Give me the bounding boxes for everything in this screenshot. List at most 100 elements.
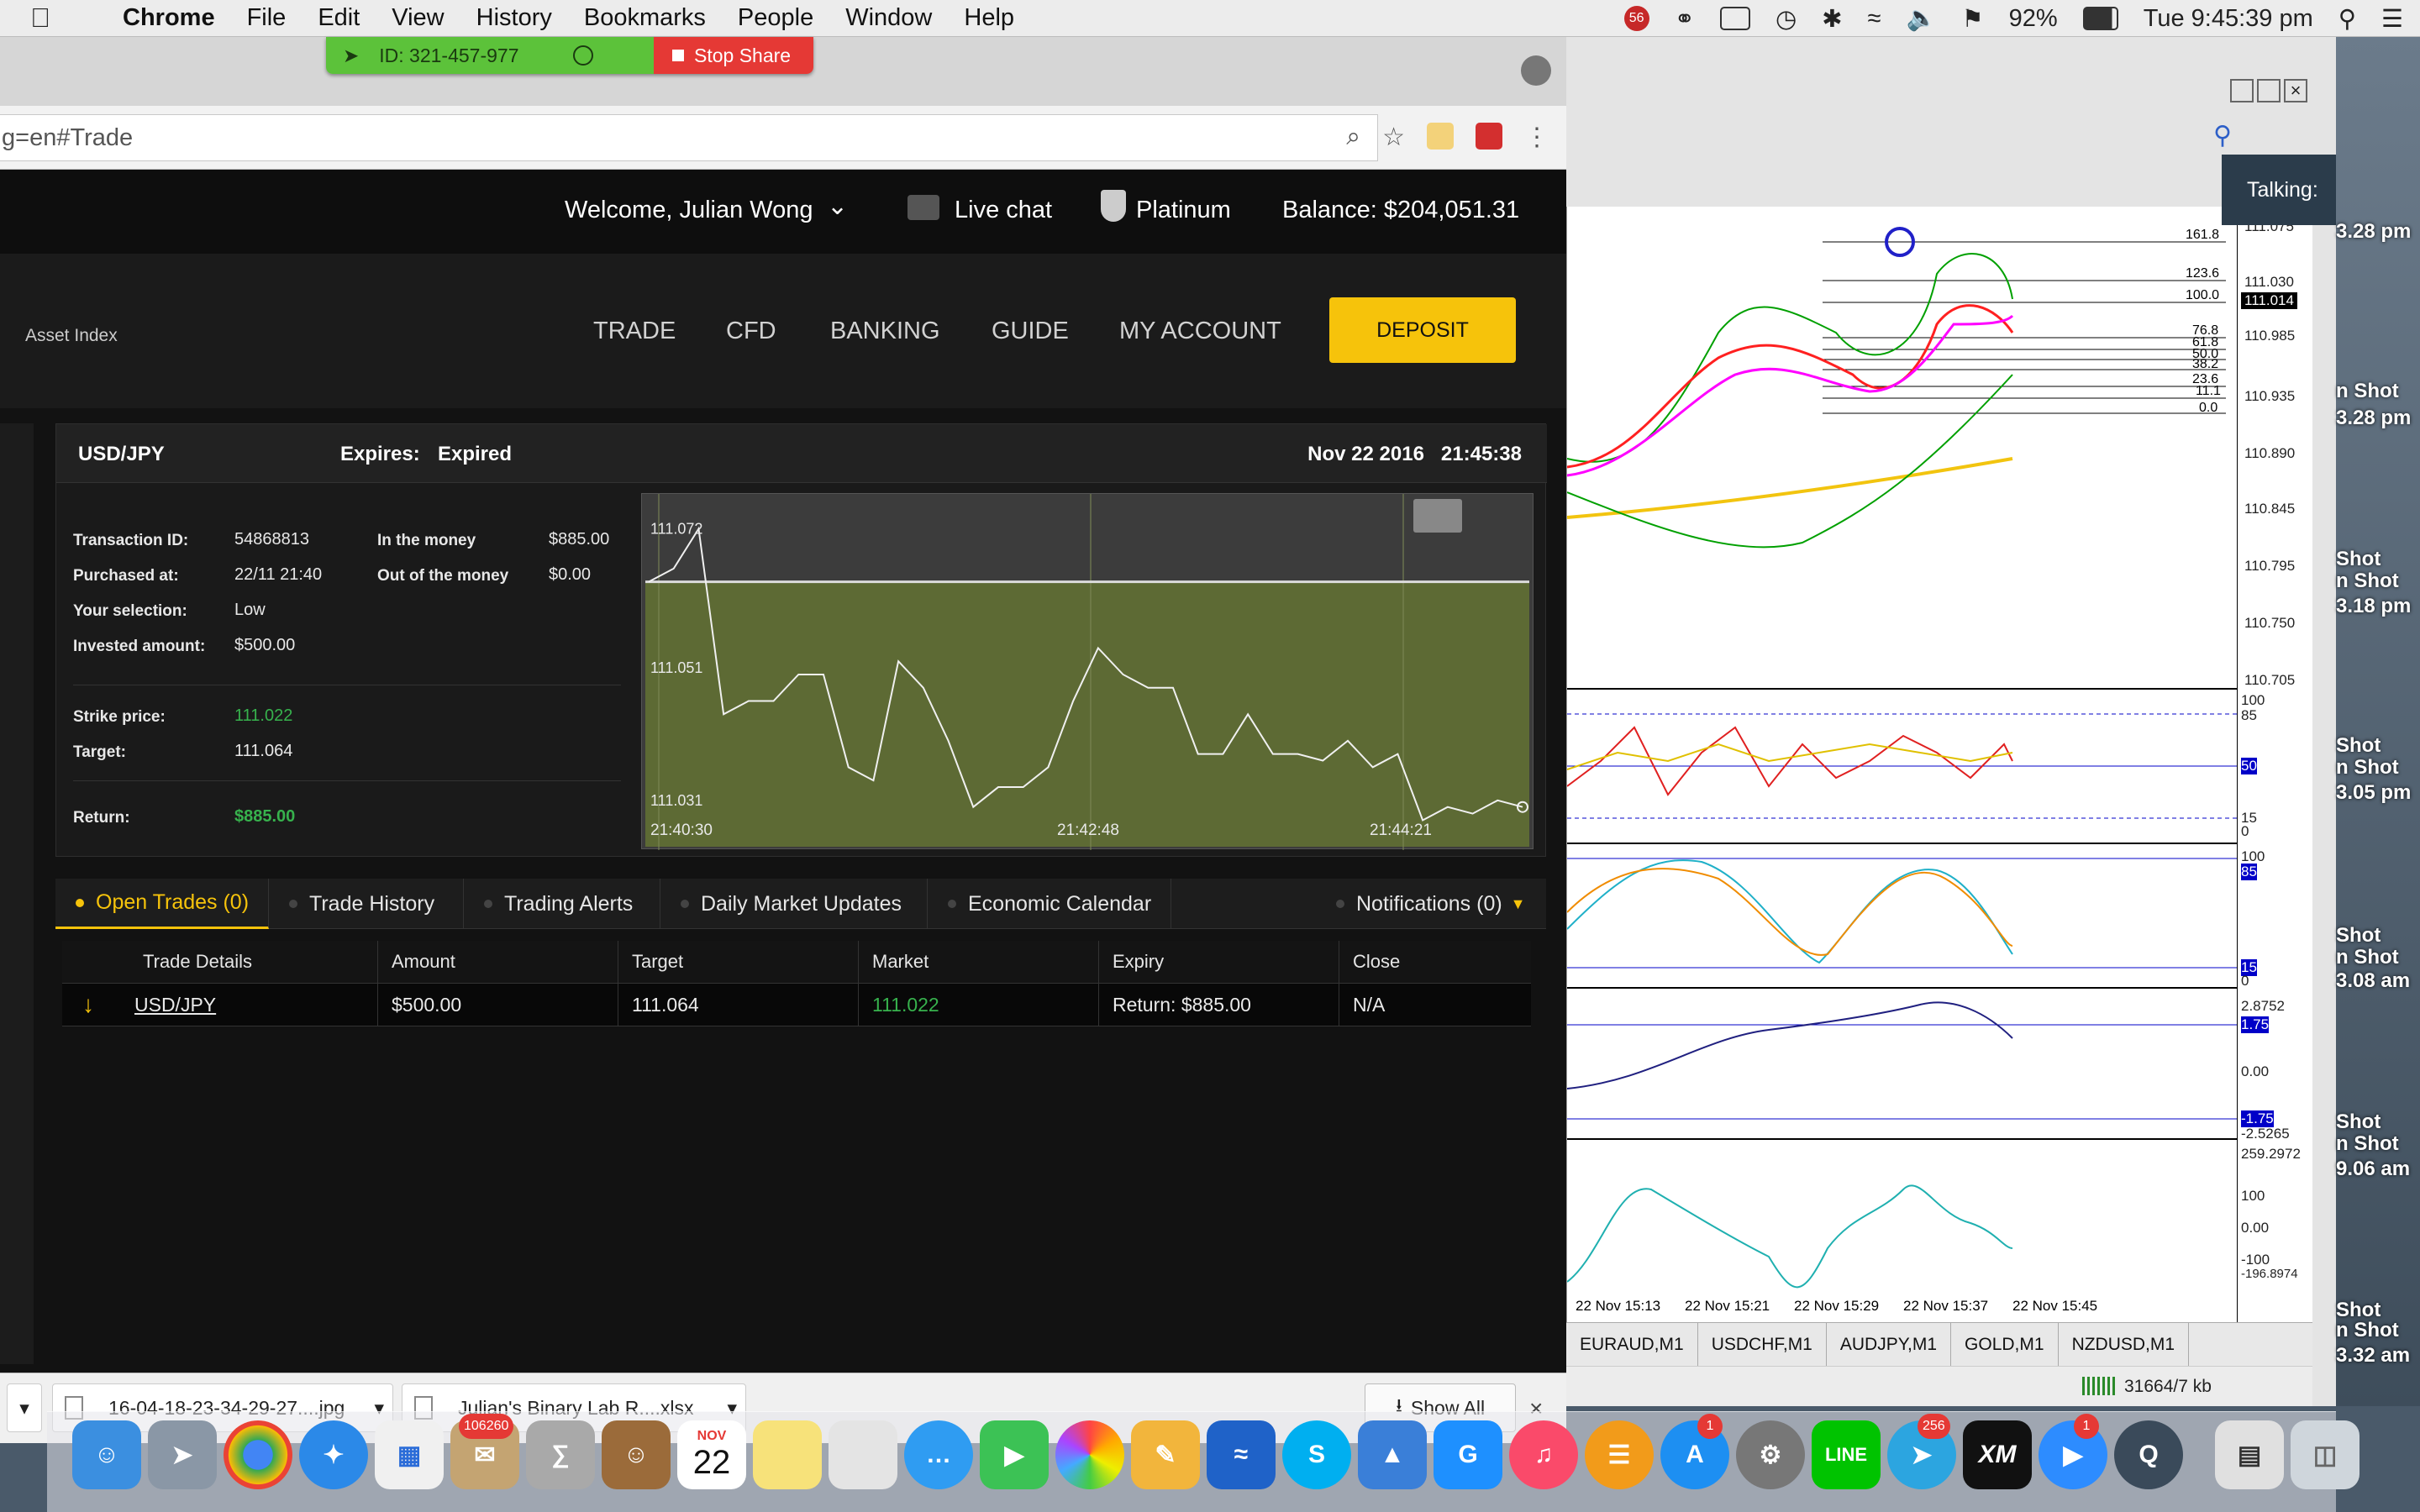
battery-icon[interactable] bbox=[2082, 7, 2118, 30]
welcome-user[interactable]: Welcome, Julian Wong bbox=[565, 197, 813, 224]
tab-trading-alerts[interactable]: Trading Alerts bbox=[464, 879, 660, 929]
nav-guide[interactable]: GUIDE bbox=[992, 318, 1069, 345]
launchpad-icon[interactable]: ➤ bbox=[148, 1420, 217, 1489]
menu-window[interactable]: Window bbox=[845, 4, 932, 32]
tab-gold[interactable]: GOLD,M1 bbox=[1951, 1323, 2059, 1366]
tab-nzdusd[interactable]: NZDUSD,M1 bbox=[2059, 1323, 2190, 1366]
desktop-file-label[interactable]: 3.28 pm bbox=[2336, 220, 2411, 244]
restore-icon[interactable] bbox=[2257, 79, 2281, 102]
desktop-file-label[interactable]: n Shot bbox=[2336, 946, 2399, 969]
tab-euraud[interactable]: EURAUD,M1 bbox=[1566, 1323, 1698, 1366]
tab-usdchf[interactable]: USDCHF,M1 bbox=[1698, 1323, 1827, 1366]
clock[interactable]: Tue 9:45:39 pm bbox=[2144, 5, 2313, 33]
bookmark-star-icon[interactable]: ☆ bbox=[1382, 123, 1405, 152]
table-row[interactable]: ↓ USD/JPY $500.00 111.064 111.022 Return… bbox=[62, 983, 1531, 1026]
desktop-file-label[interactable]: 9.06 am bbox=[2336, 1158, 2410, 1181]
col-amount[interactable]: Amount bbox=[378, 941, 618, 983]
volume-icon[interactable]: 🔈 bbox=[1907, 4, 1937, 33]
zoom-icon[interactable]: ⌕ bbox=[1346, 123, 1360, 152]
address-bar[interactable]: g=en#Trade bbox=[0, 114, 1378, 161]
menu-file[interactable]: File bbox=[247, 4, 287, 32]
tab-daily-market-updates[interactable]: Daily Market Updates bbox=[660, 879, 928, 929]
desktop-file-label[interactable]: 3.32 am bbox=[2336, 1344, 2410, 1368]
messages-icon[interactable]: … bbox=[904, 1420, 973, 1489]
menu-view[interactable]: View bbox=[392, 4, 444, 32]
col-market[interactable]: Market bbox=[859, 941, 1099, 983]
menu-people[interactable]: People bbox=[738, 4, 813, 32]
chrome-menu-icon[interactable]: ⋮ bbox=[1524, 123, 1549, 152]
desktop-file-label[interactable]: 3.05 pm bbox=[2336, 781, 2411, 805]
extension-red-icon[interactable] bbox=[1476, 123, 1502, 150]
tab-audjpy[interactable]: AUDJPY,M1 bbox=[1827, 1323, 1952, 1366]
extension-icon[interactable] bbox=[1427, 123, 1454, 150]
menu-bookmarks[interactable]: Bookmarks bbox=[584, 4, 706, 32]
menu-history[interactable]: History bbox=[476, 4, 552, 32]
menu-edit[interactable]: Edit bbox=[318, 4, 360, 32]
apple-menu-icon[interactable]:  bbox=[30, 3, 64, 34]
desktop-file-label[interactable]: 3.18 pm bbox=[2336, 595, 2411, 618]
wifi-icon[interactable]: ≈ bbox=[1868, 5, 1881, 33]
minimize-icon[interactable] bbox=[2230, 79, 2254, 102]
itunes-icon[interactable]: ♫ bbox=[1509, 1420, 1578, 1489]
col-target[interactable]: Target bbox=[618, 941, 859, 983]
notes-icon[interactable] bbox=[753, 1420, 822, 1489]
menu-help[interactable]: Help bbox=[964, 4, 1014, 32]
charts-app-icon[interactable]: ▦ bbox=[375, 1420, 444, 1489]
asset-index-link[interactable]: Asset Index bbox=[25, 326, 118, 346]
desktop-file-label[interactable]: n Shot bbox=[2336, 756, 2399, 780]
flag-icon[interactable]: ⚑ bbox=[1962, 4, 1984, 34]
nav-trade[interactable]: TRADE bbox=[593, 318, 676, 345]
tab-trade-history[interactable]: Trade History bbox=[269, 879, 464, 929]
desktop-file-label[interactable]: Shot bbox=[2336, 1110, 2381, 1134]
desktop-file-label[interactable]: n Shot bbox=[2336, 570, 2399, 593]
fullscreen-icon[interactable] bbox=[1413, 499, 1462, 533]
col-close[interactable]: Close bbox=[1339, 941, 1531, 983]
wave-app-icon[interactable]: ≈ bbox=[1207, 1420, 1276, 1489]
creative-cloud-icon[interactable]: ⚭ bbox=[1675, 4, 1695, 34]
desktop-file-label[interactable]: Shot bbox=[2336, 548, 2381, 571]
desktop-file-label[interactable]: n Shot bbox=[2336, 1132, 2399, 1156]
chat-icon[interactable] bbox=[908, 195, 939, 220]
cloud-app-icon[interactable]: G bbox=[1434, 1420, 1502, 1489]
tab-open-trades[interactable]: Open Trades (0) bbox=[55, 879, 269, 929]
menu-app-name[interactable]: Chrome bbox=[123, 4, 215, 32]
desktop-file-label[interactable]: 3.28 pm bbox=[2336, 407, 2411, 430]
ibooks-icon[interactable]: ☰ bbox=[1585, 1420, 1654, 1489]
notification-badge-icon[interactable]: 56 bbox=[1623, 6, 1649, 31]
xm-app-icon[interactable]: XM bbox=[1963, 1420, 2032, 1489]
deposit-button[interactable]: DEPOSIT bbox=[1329, 297, 1516, 363]
calendar-icon[interactable]: NOV 22 bbox=[677, 1420, 746, 1489]
chrome-icon[interactable] bbox=[224, 1420, 292, 1489]
chevron-down-icon[interactable]: ⌄ bbox=[827, 192, 848, 221]
system-preferences-icon[interactable]: ⚙ bbox=[1736, 1420, 1805, 1489]
desktop-file-label[interactable]: Shot bbox=[2336, 924, 2381, 948]
safari-icon[interactable]: ✦ bbox=[299, 1420, 368, 1489]
col-expiry[interactable]: Expiry bbox=[1099, 941, 1339, 983]
notification-center-icon[interactable]: ☰ bbox=[2381, 4, 2403, 34]
time-machine-icon[interactable]: ◷ bbox=[1776, 4, 1797, 34]
bluetooth-icon[interactable]: ✱ bbox=[1822, 4, 1842, 34]
finder-icon[interactable]: ☺ bbox=[72, 1420, 141, 1489]
nav-my-account[interactable]: MY ACCOUNT bbox=[1119, 318, 1281, 345]
downloads-stack-icon[interactable]: ▤ bbox=[2215, 1420, 2284, 1489]
quicktime-icon[interactable]: Q bbox=[2114, 1420, 2183, 1489]
tab-notifications[interactable]: Notifications (0) ▼ bbox=[1316, 879, 1546, 929]
desktop-file-label[interactable]: n Shot bbox=[2336, 1319, 2399, 1342]
profile-icon[interactable] bbox=[1521, 55, 1551, 86]
facetime-icon[interactable]: ▶ bbox=[980, 1420, 1049, 1489]
tab-economic-calendar[interactable]: Economic Calendar bbox=[928, 879, 1171, 929]
desktop-file-label[interactable]: 3.08 am bbox=[2336, 969, 2410, 993]
pages-icon[interactable]: ✎ bbox=[1131, 1420, 1200, 1489]
live-chat-link[interactable]: Live chat bbox=[955, 197, 1052, 224]
share-session-id[interactable]: ➤ ID: 321-457-977 bbox=[326, 37, 654, 74]
skype-icon[interactable]: S bbox=[1282, 1420, 1351, 1489]
photos-icon[interactable] bbox=[1055, 1420, 1124, 1489]
camera-icon[interactable] bbox=[1719, 7, 1750, 30]
keynote-icon[interactable]: ▲ bbox=[1358, 1420, 1427, 1489]
nav-cfd[interactable]: CFD bbox=[726, 318, 776, 345]
trade-pair-link[interactable]: USD/JPY bbox=[134, 994, 216, 1016]
search-icon[interactable]: ⚲ bbox=[2213, 121, 2232, 150]
stop-share-button[interactable]: Stop Share bbox=[654, 37, 813, 74]
close-icon[interactable]: × bbox=[2284, 79, 2307, 102]
contacts-icon[interactable]: ☺ bbox=[602, 1420, 671, 1489]
